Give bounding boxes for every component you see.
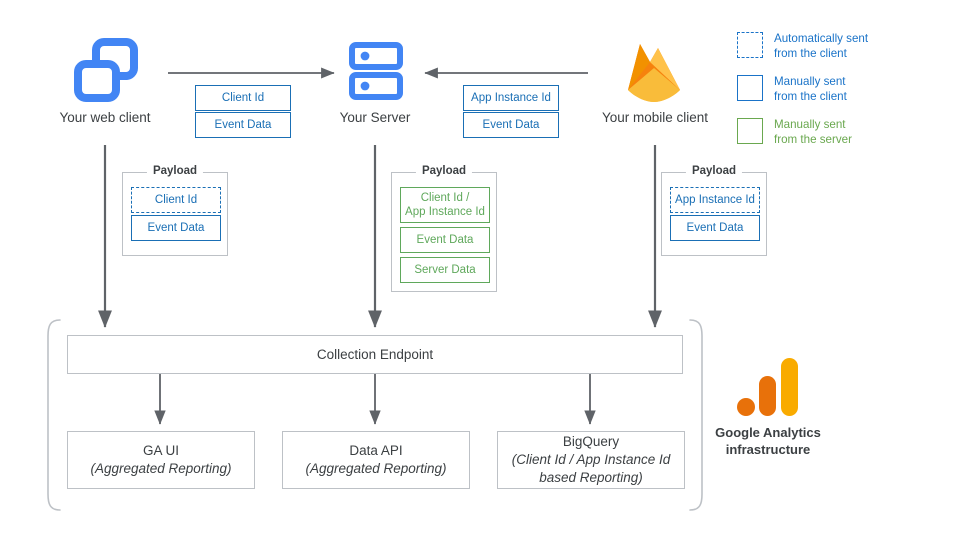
payload-box-mobile: Payload App Instance Id Event Data xyxy=(661,165,767,256)
output-subtitle-bigquery: (Client Id / App Instance Id based Repor… xyxy=(511,452,671,485)
transit-chip-event-data: Event Data xyxy=(195,112,291,138)
payload-item-client-or-app-instance-id: Client Id / App Instance Id xyxy=(400,187,490,223)
ga-infrastructure-label-line1: Google Analytics xyxy=(715,425,821,440)
bracket-right xyxy=(689,319,703,511)
payload-item-client-id: Client Id xyxy=(131,187,221,213)
legend-item-automatic-client: Automatically sent from the client xyxy=(737,32,952,61)
browser-windows-icon xyxy=(74,38,138,102)
output-box-data-api: Data API (Aggregated Reporting) xyxy=(282,431,470,489)
payload-box-server: Payload Client Id / App Instance Id Even… xyxy=(391,165,497,292)
diagram-canvas: Your web client Your Server Your mobile … xyxy=(0,0,960,540)
web-client-label: Your web client xyxy=(59,110,151,125)
solid-blue-square-icon xyxy=(737,75,763,101)
output-box-bigquery: BigQuery (Client Id / App Instance Id ba… xyxy=(497,431,685,489)
legend-label-automatic-client: Automatically sent from the client xyxy=(774,32,869,60)
payload-box-web: Payload Client Id Event Data xyxy=(122,165,228,256)
transit-chip-app-instance-id: App Instance Id xyxy=(463,85,559,111)
ga-infrastructure-label: Google Analytics infrastructure xyxy=(690,424,846,458)
payload-item-event-data-mobile: Event Data xyxy=(670,215,760,241)
output-title-data-api: Data API xyxy=(349,443,403,458)
firebase-flame-icon xyxy=(620,38,688,104)
output-box-ga-ui: GA UI (Aggregated Reporting) xyxy=(67,431,255,489)
output-subtitle-ga-ui: (Aggregated Reporting) xyxy=(90,461,232,476)
payload-legend-server: Payload xyxy=(415,165,473,177)
legend-item-manual-client: Manually sent from the client xyxy=(737,75,952,104)
payload-item-server-data: Server Data xyxy=(400,257,490,283)
solid-green-square-icon xyxy=(737,118,763,144)
dashed-blue-square-icon xyxy=(737,32,763,58)
output-title-ga-ui: GA UI xyxy=(142,443,179,458)
transit-chip-client-id: Client Id xyxy=(195,85,291,111)
google-analytics-icon xyxy=(737,358,799,416)
payload-legend-web: Payload xyxy=(146,165,204,177)
legend-label-manual-server: Manually sent from the server xyxy=(774,118,852,146)
bracket-left xyxy=(47,319,61,511)
collection-endpoint-label: Collection Endpoint xyxy=(316,346,434,362)
server-label: Your Server xyxy=(339,110,411,125)
output-title-bigquery: BigQuery xyxy=(562,434,620,449)
collection-endpoint-box: Collection Endpoint xyxy=(67,335,683,374)
ga-infrastructure-label-line2: infrastructure xyxy=(725,442,811,457)
payload-item-app-instance-id: App Instance Id xyxy=(670,187,760,213)
server-racks-icon xyxy=(349,42,403,100)
transit-chip-event-data-mobile: Event Data xyxy=(463,112,559,138)
legend-item-manual-server: Manually sent from the server xyxy=(737,118,952,147)
payload-item-event-data-server: Event Data xyxy=(400,227,490,253)
legend-label-manual-client: Manually sent from the client xyxy=(774,75,847,103)
mobile-client-label: Your mobile client xyxy=(601,110,709,125)
payload-item-event-data: Event Data xyxy=(131,215,221,241)
legend: Automatically sent from the client Manua… xyxy=(737,32,952,147)
output-subtitle-data-api: (Aggregated Reporting) xyxy=(305,461,447,476)
payload-legend-mobile: Payload xyxy=(685,165,743,177)
